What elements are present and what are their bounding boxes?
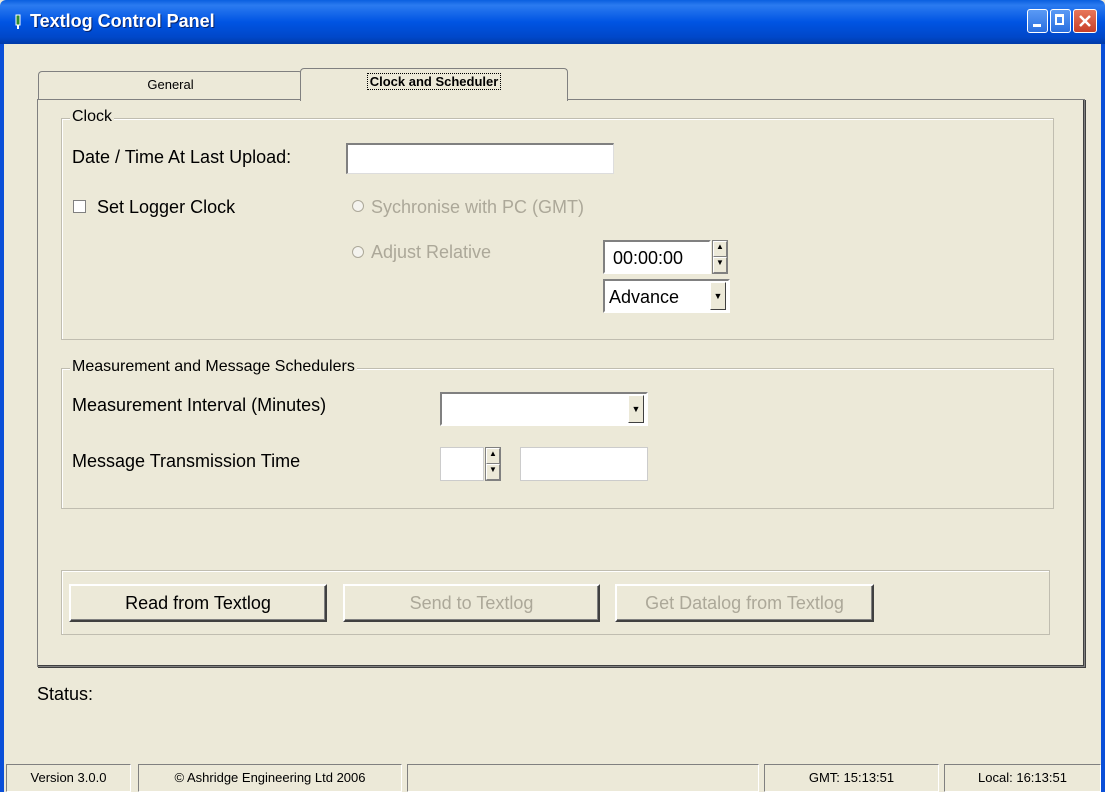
close-button[interactable] <box>1073 9 1097 33</box>
chevron-down-icon[interactable]: ▼ <box>628 395 644 423</box>
send-to-textlog-button[interactable]: Send to Textlog <box>343 584 600 622</box>
message-time-field[interactable] <box>440 447 484 481</box>
maximize-button[interactable] <box>1050 9 1071 33</box>
schedulers-group-label: Measurement and Message Schedulers <box>70 358 357 376</box>
close-icon <box>1079 15 1091 27</box>
status-label: Status: <box>37 684 94 704</box>
sync-pc-radio[interactable] <box>352 200 364 212</box>
adjust-time-field[interactable]: 00:00:00 <box>603 240 711 274</box>
local-time-panel: Local: 16:13:51 <box>944 764 1101 792</box>
maximize-icon <box>1055 14 1064 25</box>
read-from-textlog-button[interactable]: Read from Textlog <box>69 584 327 622</box>
tab-clock-and-scheduler[interactable]: Clock and Scheduler <box>300 68 568 101</box>
spin-down-icon[interactable]: ▼ <box>713 257 727 273</box>
spin-up-icon[interactable]: ▲ <box>486 448 500 464</box>
window-border-left <box>0 44 4 792</box>
spin-up-icon[interactable]: ▲ <box>713 241 727 257</box>
set-logger-clock-checkbox[interactable] <box>73 200 86 213</box>
tab-general-label: General <box>147 77 194 92</box>
spin-down-icon[interactable]: ▼ <box>486 464 500 480</box>
get-datalog-button[interactable]: Get Datalog from Textlog <box>615 584 874 622</box>
gmt-time-panel: GMT: 15:13:51 <box>764 764 939 792</box>
minimize-icon <box>1033 24 1041 27</box>
minimize-button[interactable] <box>1027 9 1048 33</box>
window-border-right <box>1101 44 1105 792</box>
message-panel <box>407 764 759 792</box>
clock-group-label: Clock <box>70 108 115 126</box>
adjust-time-spinner[interactable]: ▲ ▼ <box>712 240 728 274</box>
adjust-direction-value: Advance <box>609 287 680 307</box>
last-upload-label: Date / Time At Last Upload: <box>72 147 292 167</box>
copyright-panel: © Ashridge Engineering Ltd 2006 <box>138 764 402 792</box>
chevron-down-icon[interactable]: ▼ <box>710 282 726 310</box>
set-logger-clock-label: Set Logger Clock <box>97 197 236 217</box>
adjust-time-value: 00:00:00 <box>613 248 684 268</box>
measurement-interval-label: Measurement Interval (Minutes) <box>72 395 327 415</box>
schedulers-group: Measurement and Message Schedulers <box>61 358 1054 509</box>
app-icon <box>15 14 21 29</box>
measurement-interval-select[interactable] <box>440 392 648 426</box>
last-upload-field[interactable] <box>346 143 614 174</box>
tab-general[interactable]: General <box>38 71 303 99</box>
message-time-spinner[interactable]: ▲ ▼ <box>485 447 501 481</box>
message-time-extra-field[interactable] <box>520 447 648 481</box>
window-title: Textlog Control Panel <box>30 11 215 31</box>
adjust-relative-radio[interactable] <box>352 246 364 258</box>
adjust-relative-label: Adjust Relative <box>371 242 492 262</box>
message-time-label: Message Transmission Time <box>72 451 301 471</box>
status-bar: Version 3.0.0 © Ashridge Engineering Ltd… <box>4 764 1101 792</box>
sync-pc-label: Sychronise with PC (GMT) <box>371 197 585 217</box>
title-bar[interactable]: Textlog Control Panel <box>0 0 1105 44</box>
tab-clock-and-scheduler-label: Clock and Scheduler <box>366 73 502 90</box>
version-panel: Version 3.0.0 <box>6 764 131 792</box>
